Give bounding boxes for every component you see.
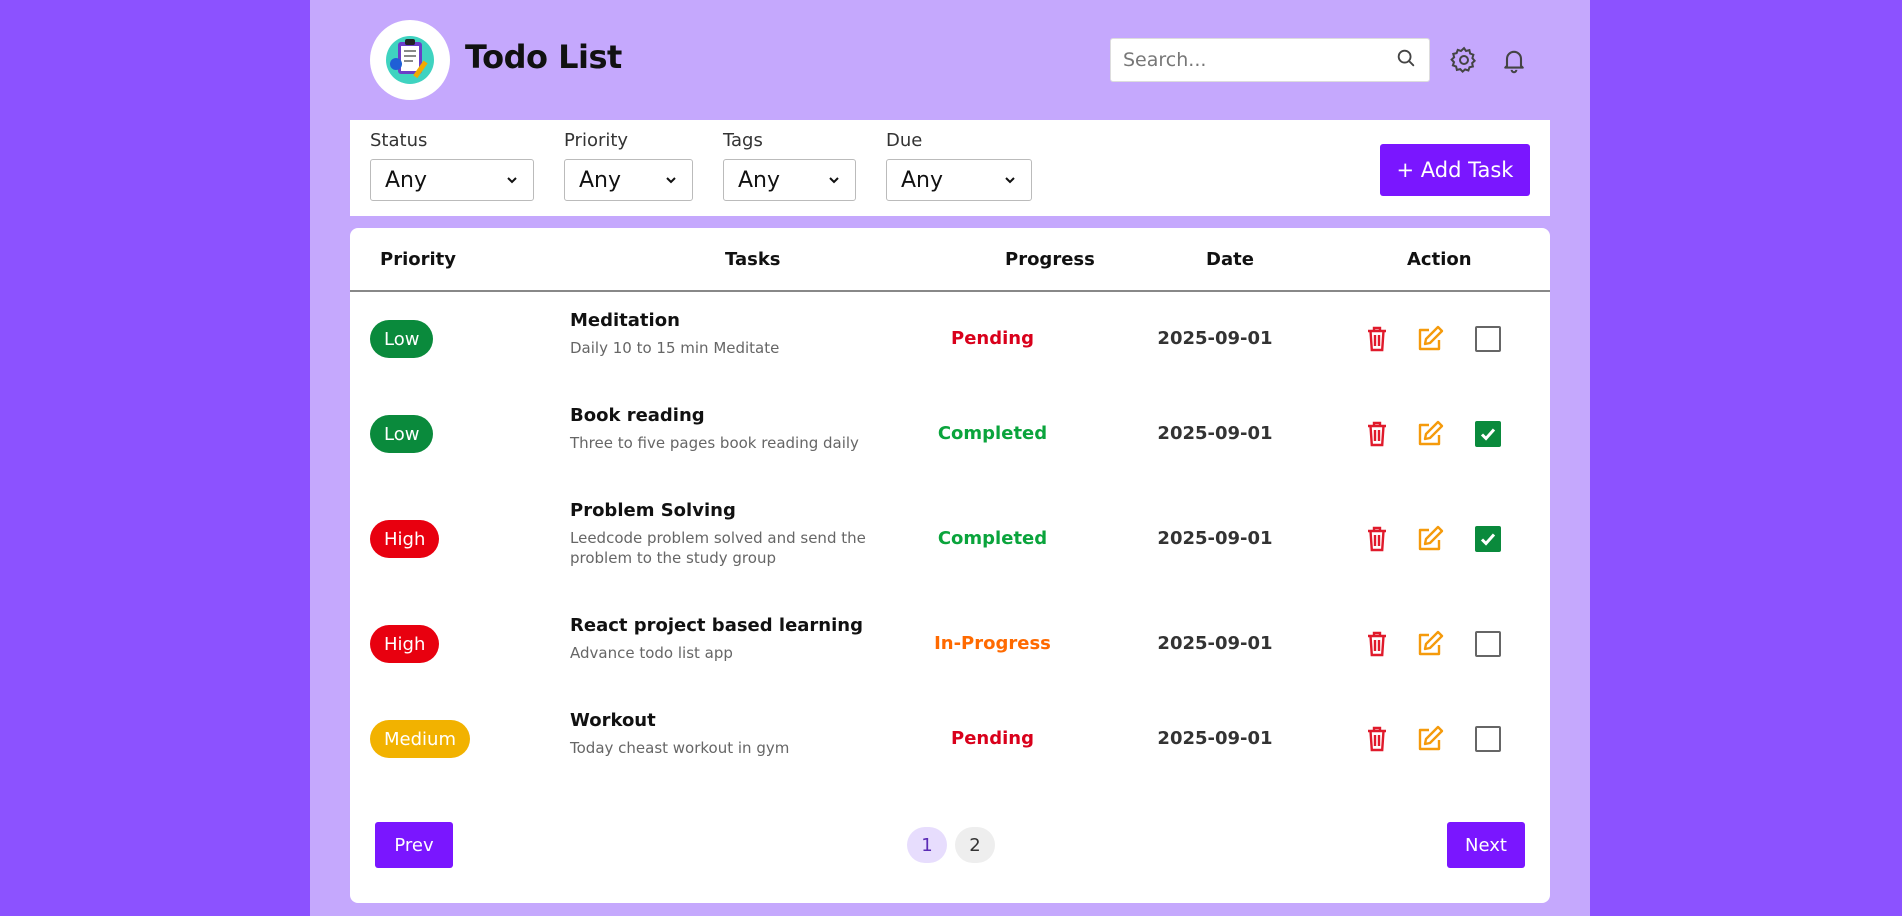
- due-label: Due: [886, 130, 923, 151]
- trash-icon[interactable]: [1361, 323, 1393, 355]
- task-date: 2025-09-01: [1157, 633, 1273, 654]
- complete-checkbox[interactable]: [1472, 523, 1504, 555]
- due-select[interactable]: Any: [886, 159, 1032, 201]
- clipboard-logo-icon: [370, 20, 450, 100]
- header-date: Date: [1206, 249, 1254, 270]
- task-title: Workout: [570, 710, 656, 731]
- check-icon[interactable]: [1475, 421, 1501, 447]
- app-panel: Todo List Status Any: [310, 0, 1590, 916]
- search-icon[interactable]: [1395, 47, 1417, 73]
- task-description: Three to five pages book reading daily: [570, 434, 859, 452]
- due-filter: Due Any: [886, 130, 1032, 201]
- progress-status: In-Progress: [934, 633, 1051, 654]
- task-description: Daily 10 to 15 min Meditate: [570, 339, 780, 357]
- checkbox-empty[interactable]: [1475, 726, 1501, 752]
- task-date: 2025-09-01: [1157, 528, 1273, 549]
- priority-label: Priority: [564, 130, 629, 151]
- progress-status: Completed: [937, 423, 1048, 444]
- chevron-down-icon: [1003, 168, 1017, 193]
- page-1-button[interactable]: 1: [907, 827, 947, 863]
- header-tasks: Tasks: [725, 249, 781, 270]
- priority-badge: High: [370, 520, 440, 558]
- progress-status: Pending: [951, 328, 1034, 349]
- filter-bar: Status Any Priority Any Tags Any Due Any: [350, 120, 1550, 216]
- tags-select[interactable]: Any: [723, 159, 856, 201]
- search-box[interactable]: [1110, 38, 1430, 82]
- status-label: Status: [370, 130, 428, 151]
- due-select-value: Any: [901, 167, 944, 193]
- check-icon[interactable]: [1475, 526, 1501, 552]
- priority-badge: High: [370, 625, 440, 663]
- task-title: Meditation: [570, 310, 680, 331]
- task-title: Problem Solving: [570, 500, 736, 521]
- trash-icon[interactable]: [1361, 628, 1393, 660]
- trash-icon[interactable]: [1361, 723, 1393, 755]
- gear-icon[interactable]: [1448, 44, 1480, 76]
- chevron-down-icon: [827, 168, 841, 193]
- edit-icon[interactable]: [1414, 628, 1446, 660]
- status-select-value: Any: [385, 167, 428, 193]
- add-task-button[interactable]: + Add Task: [1380, 144, 1530, 196]
- complete-checkbox[interactable]: [1472, 723, 1504, 755]
- priority-badge: Low: [370, 415, 434, 453]
- page-2-button[interactable]: 2: [955, 827, 995, 863]
- status-select[interactable]: Any: [370, 159, 534, 201]
- priority-badge: Medium: [370, 720, 470, 758]
- edit-icon[interactable]: [1414, 723, 1446, 755]
- task-table: Priority Tasks Progress Date Action Low …: [350, 228, 1550, 903]
- complete-checkbox[interactable]: [1472, 628, 1504, 660]
- task-title: Book reading: [570, 405, 705, 426]
- task-date: 2025-09-01: [1157, 328, 1273, 349]
- bell-icon[interactable]: [1498, 44, 1530, 76]
- header-priority: Priority: [380, 249, 456, 270]
- chevron-down-icon: [664, 168, 678, 193]
- next-button[interactable]: Next: [1447, 822, 1525, 868]
- priority-select[interactable]: Any: [564, 159, 693, 201]
- priority-filter: Priority Any: [564, 130, 693, 201]
- task-description: Leedcode problem solved and send the pro…: [570, 529, 866, 567]
- edit-icon[interactable]: [1414, 418, 1446, 450]
- header: Todo List: [310, 0, 1590, 120]
- prev-button[interactable]: Prev: [375, 822, 453, 868]
- complete-checkbox[interactable]: [1472, 323, 1504, 355]
- table-header: Priority Tasks Progress Date Action: [350, 228, 1550, 292]
- chevron-down-icon: [505, 168, 519, 193]
- priority-badge: Low: [370, 320, 434, 358]
- header-progress: Progress: [1005, 249, 1095, 270]
- priority-select-value: Any: [579, 167, 622, 193]
- progress-status: Pending: [951, 728, 1034, 749]
- edit-icon[interactable]: [1414, 523, 1446, 555]
- task-date: 2025-09-01: [1157, 728, 1273, 749]
- search-input[interactable]: [1123, 49, 1395, 71]
- checkbox-empty[interactable]: [1475, 631, 1501, 657]
- tags-label: Tags: [723, 130, 763, 151]
- tags-select-value: Any: [738, 167, 781, 193]
- complete-checkbox[interactable]: [1472, 418, 1504, 450]
- task-description: Today cheast workout in gym: [570, 739, 790, 757]
- trash-icon[interactable]: [1361, 418, 1393, 450]
- status-filter: Status Any: [370, 130, 534, 201]
- progress-status: Completed: [937, 528, 1048, 549]
- checkbox-empty[interactable]: [1475, 326, 1501, 352]
- tags-filter: Tags Any: [723, 130, 856, 201]
- page-title: Todo List: [465, 38, 622, 76]
- header-action: Action: [1407, 249, 1472, 270]
- task-title: React project based learning: [570, 615, 863, 636]
- task-description: Advance todo list app: [570, 644, 733, 662]
- trash-icon[interactable]: [1361, 523, 1393, 555]
- edit-icon[interactable]: [1414, 323, 1446, 355]
- task-date: 2025-09-01: [1157, 423, 1273, 444]
